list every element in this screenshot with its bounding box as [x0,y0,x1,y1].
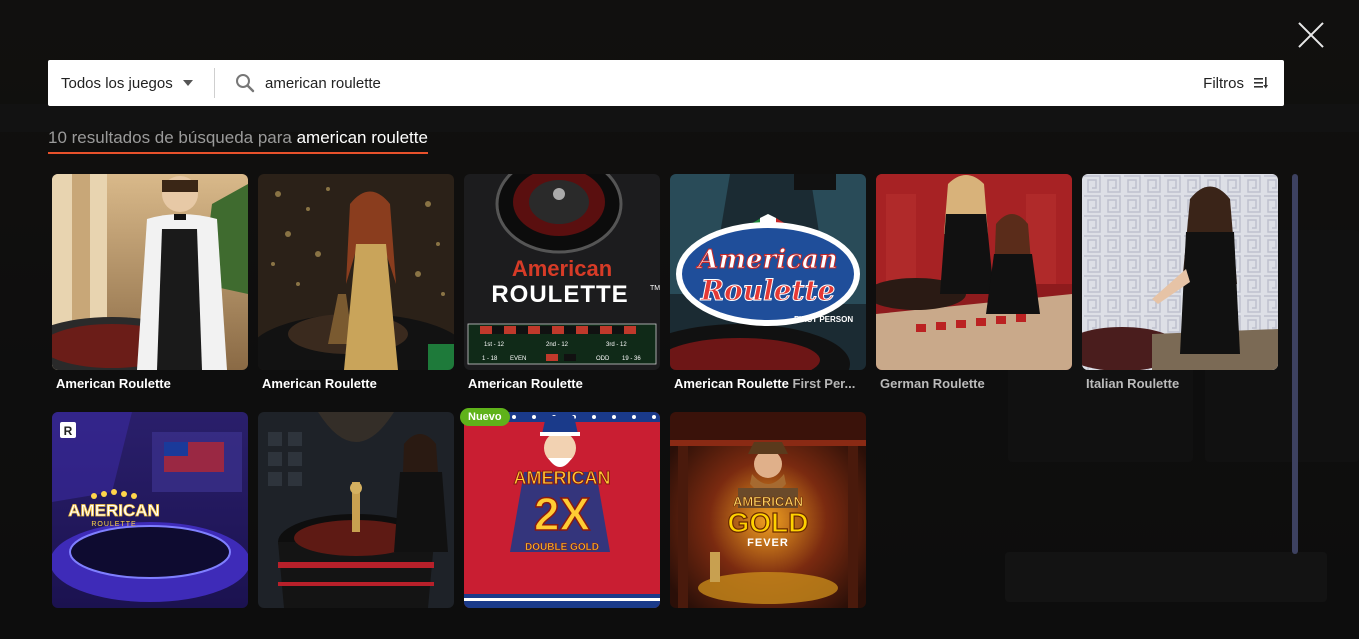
results-query: american roulette [296,128,428,147]
filters-icon [1254,77,1268,89]
game-tile[interactable]: AMERICAN GOLD FEVER [670,412,866,608]
game-thumbnail [52,174,248,370]
thumb-text: ROULETTE [491,281,628,308]
game-thumbnail [1082,174,1278,370]
game-tile[interactable]: American Roulette [52,174,248,391]
game-thumbnail: AMERICAN 2X DOUBLE GOLD [464,412,660,608]
results-grid: American Roulette American Roulette Amer… [52,174,1282,608]
game-title: German Roulette [880,376,1072,391]
thumb-text: 2nd - 12 [546,342,569,348]
game-thumbnail [258,412,454,608]
game-title-text: American Roulette [468,376,583,391]
game-thumbnail: AMERICAN GOLD FEVER [670,412,866,608]
new-badge: Nuevo [460,408,510,426]
game-tile[interactable]: German Roulette [876,174,1072,391]
thumb-text: GOLD [728,507,809,538]
search-divider [214,68,215,98]
thumb-text: AMERICAN [514,468,611,488]
game-tile[interactable]: Italian Roulette [1082,174,1278,391]
results-heading: 10 resultados de búsqueda para american … [48,128,428,154]
game-title-text: German Roulette [880,376,985,391]
thumb-text: ODD [596,356,610,362]
game-thumbnail [258,174,454,370]
game-title: American Roulette [56,376,248,391]
search-input[interactable] [265,60,1204,106]
category-dropdown-label: Todos los juegos [61,74,173,92]
game-title-text: American Roulette [262,376,377,391]
thumb-text: 3rd - 12 [606,342,627,348]
thumb-text: American [512,256,612,281]
game-title-text: American Roulette [674,376,789,391]
game-tile[interactable]: R AMERICAN ROULETTE [52,412,248,608]
thumb-text: 1 - 18 [482,356,498,362]
thumb-text: 2X [534,488,591,540]
thumb-text: AMERICAN [68,501,160,520]
game-thumbnail: American Roulette FIRST PERSON [670,174,866,370]
thumb-text: Roulette [700,274,835,307]
thumb-text: 19 - 36 [622,356,641,362]
thumb-text: FIRST PERSON [794,315,853,324]
game-title: American Roulette [262,376,454,391]
close-button[interactable] [1296,20,1326,50]
game-thumbnail: American ROULETTE TM 1st - 12 2nd - 12 3… [464,174,660,370]
filters-label: Filtros [1203,74,1244,92]
thumb-text: 1st - 12 [484,342,505,348]
search-bar: Todos los juegos Filtros [48,60,1284,106]
category-dropdown[interactable]: Todos los juegos [48,60,214,106]
game-subtitle-text: First Per... [792,376,856,391]
game-title-text: Italian Roulette [1086,376,1180,391]
thumb-text: FEVER [747,537,789,549]
game-thumbnail: R AMERICAN ROULETTE [52,412,248,608]
thumb-text: DOUBLE GOLD [525,542,599,553]
results-scrollbar[interactable] [1292,174,1298,554]
game-title: American Roulette First Per... [674,376,866,391]
thumb-text: ROULETTE [91,521,136,528]
chevron-down-icon [182,80,193,86]
thumb-text: R [64,424,73,438]
search-icon [236,74,255,93]
game-tile[interactable]: American ROULETTE TM 1st - 12 2nd - 12 3… [464,174,660,391]
game-title-text: American Roulette [56,376,171,391]
game-tile[interactable] [258,412,454,608]
game-title: American Roulette [468,376,660,391]
game-tile[interactable]: American Roulette [258,174,454,391]
thumb-text: American [695,245,837,275]
filters-button[interactable]: Filtros [1203,75,1284,92]
results-prefix: 10 resultados de búsqueda para [48,128,292,147]
game-tile[interactable]: American Roulette FIRST PERSON American … [670,174,866,391]
thumb-text: EVEN [510,356,526,362]
game-tile[interactable]: AMERICAN 2X DOUBLE GOLD [464,412,660,608]
game-title: Italian Roulette [1086,376,1278,391]
thumb-text: TM [650,285,660,292]
game-thumbnail [876,174,1072,370]
